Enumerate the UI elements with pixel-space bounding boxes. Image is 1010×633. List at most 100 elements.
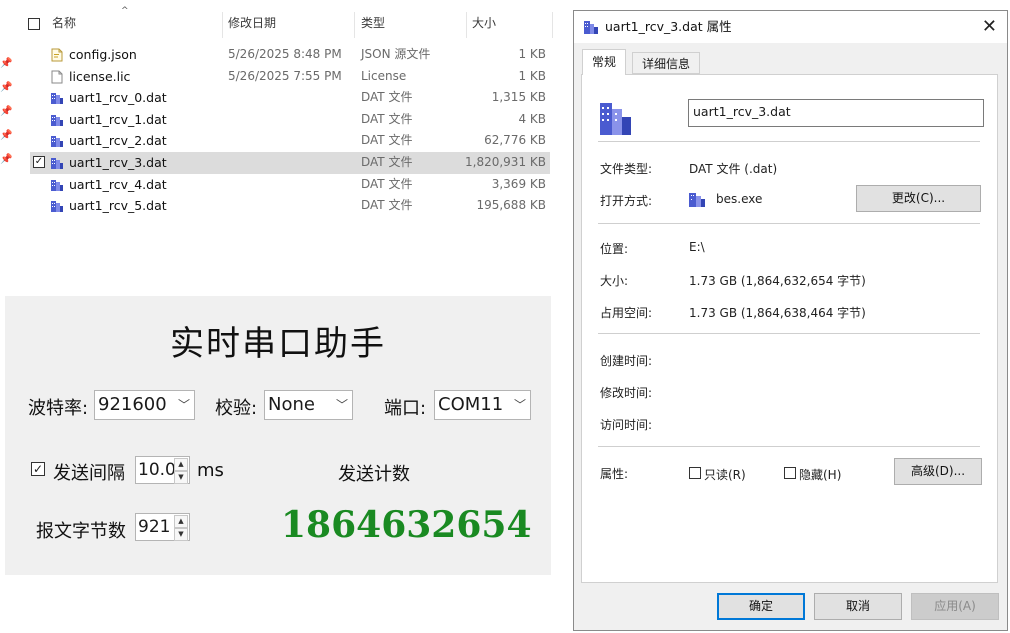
row-checkbox[interactable]: ✓ xyxy=(33,155,45,168)
advanced-button[interactable]: 高级(D)... xyxy=(894,458,982,485)
properties-dialog: uart1_rcv_3.dat 属性 ✕ 常规 详细信息 uart1_rcv_3… xyxy=(573,10,1008,631)
divider xyxy=(598,333,980,334)
column-divider[interactable] xyxy=(466,12,467,38)
column-header: 名称 ^ 修改日期 类型 大小 xyxy=(26,6,553,38)
file-type: DAT 文件 xyxy=(361,198,413,213)
pin-icon[interactable]: 📌 xyxy=(0,100,12,124)
quick-access-pins: 📌 📌 📌 📌 📌 xyxy=(0,52,12,172)
send-count-label: 发送计数 xyxy=(338,464,410,485)
size-value: 1.73 GB (1,864,632,654 字节) xyxy=(689,274,866,288)
send-interval-spinner[interactable]: 10.0 ▲ ▼ xyxy=(135,456,190,484)
hidden-checkbox[interactable] xyxy=(784,467,796,479)
file-name: uart1_rcv_4.dat xyxy=(69,176,167,192)
serial-assistant-window: 实时串口助手 波特率: 921600 ﹀ 校验: None ﹀ 端口: COM1… xyxy=(5,296,551,575)
file-row[interactable]: uart1_rcv_5.dat DAT 文件 195,688 KB xyxy=(30,195,550,217)
send-interval-checkbox[interactable]: ✓ xyxy=(31,462,45,476)
file-row[interactable]: uart1_rcv_2.dat DAT 文件 62,776 KB xyxy=(30,130,550,152)
column-header-name[interactable]: 名称 xyxy=(52,8,76,38)
file-modified: 5/26/2025 8:48 PM xyxy=(228,47,342,61)
file-type: License xyxy=(361,68,407,83)
disk-size-value: 1.73 GB (1,864,638,464 字节) xyxy=(689,306,866,320)
file-size: 1 KB xyxy=(518,68,546,83)
sort-ascending-icon: ^ xyxy=(121,6,129,16)
ok-button[interactable]: 确定 xyxy=(717,593,805,620)
spin-down-icon[interactable]: ▼ xyxy=(174,528,188,541)
column-divider[interactable] xyxy=(552,12,553,38)
file-name: config.json xyxy=(69,47,137,62)
file-name: uart1_rcv_5.dat xyxy=(69,198,167,214)
chevron-down-icon: ﹀ xyxy=(513,398,526,412)
parity-select[interactable]: None ﹀ xyxy=(264,390,353,420)
location-label: 位置: xyxy=(600,242,629,256)
readonly-checkbox[interactable] xyxy=(689,467,701,479)
accessed-label: 访问时间: xyxy=(600,418,653,432)
change-button[interactable]: 更改(C)... xyxy=(856,185,981,212)
created-label: 创建时间: xyxy=(600,354,653,368)
pin-icon[interactable]: 📌 xyxy=(0,124,12,148)
column-header-size[interactable]: 大小 xyxy=(472,8,496,38)
pin-icon[interactable]: 📌 xyxy=(0,52,12,76)
file-name: license.lic xyxy=(69,68,131,84)
json-file-icon xyxy=(51,48,63,62)
pin-icon[interactable]: 📌 xyxy=(0,76,12,100)
cancel-button[interactable]: 取消 xyxy=(814,593,902,620)
parity-value: None xyxy=(268,394,315,415)
disk-size-label: 占用空间: xyxy=(600,306,653,320)
attributes-label: 属性: xyxy=(600,467,629,481)
send-count-value: 1864632654 xyxy=(281,504,532,546)
file-name: uart1_rcv_0.dat xyxy=(69,90,167,106)
file-type: DAT 文件 xyxy=(361,111,413,126)
document-icon xyxy=(51,70,63,84)
baud-rate-value: 921600 xyxy=(98,394,167,415)
tab-general[interactable]: 常规 xyxy=(582,49,627,75)
send-interval-value: 10.0 xyxy=(138,460,176,480)
file-row[interactable]: config.json 5/26/2025 8:48 PM JSON 源文件 1… xyxy=(30,44,550,66)
file-type: DAT 文件 xyxy=(361,154,413,169)
file-row[interactable]: uart1_rcv_4.dat DAT 文件 3,369 KB xyxy=(30,174,550,196)
pin-icon[interactable]: 📌 xyxy=(0,148,12,172)
packet-bytes-spinner[interactable]: 921 ▲ ▼ xyxy=(135,513,190,541)
file-size: 1,315 KB xyxy=(491,90,546,105)
size-label: 大小: xyxy=(600,274,629,288)
file-row[interactable]: uart1_rcv_1.dat DAT 文件 4 KB xyxy=(30,109,550,131)
spin-up-icon[interactable]: ▲ xyxy=(174,458,188,471)
file-size: 4 KB xyxy=(518,111,546,126)
column-divider[interactable] xyxy=(354,12,355,38)
file-row[interactable]: license.lic 5/26/2025 7:55 PM License 1 … xyxy=(30,66,550,88)
column-header-type[interactable]: 类型 xyxy=(361,8,385,38)
dat-file-icon xyxy=(51,136,63,148)
dat-file-icon xyxy=(51,114,63,126)
send-interval-label: 发送间隔 xyxy=(53,463,125,484)
file-size: 195,688 KB xyxy=(476,198,546,213)
column-header-modified[interactable]: 修改日期 xyxy=(228,8,276,38)
file-row[interactable]: uart1_rcv_0.dat DAT 文件 1,315 KB xyxy=(30,87,550,109)
file-type: DAT 文件 xyxy=(361,133,413,148)
file-name: uart1_rcv_1.dat xyxy=(69,111,167,127)
file-size: 1,820,931 KB xyxy=(465,154,546,169)
baud-rate-select[interactable]: 921600 ﹀ xyxy=(94,390,195,420)
file-name: uart1_rcv_2.dat xyxy=(69,133,167,149)
close-icon[interactable]: ✕ xyxy=(982,15,997,39)
dialog-titlebar[interactable]: uart1_rcv_3.dat 属性 ✕ xyxy=(574,11,1007,43)
spin-up-icon[interactable]: ▲ xyxy=(174,515,188,528)
tab-details[interactable]: 详细信息 xyxy=(632,52,701,74)
chevron-down-icon: ﹀ xyxy=(177,398,190,412)
readonly-label: 只读(R) xyxy=(704,468,746,482)
file-type-label: 文件类型: xyxy=(600,162,653,176)
file-size: 1 KB xyxy=(518,47,546,61)
divider xyxy=(598,446,980,447)
hidden-label: 隐藏(H) xyxy=(799,468,842,482)
filename-input[interactable]: uart1_rcv_3.dat xyxy=(688,99,984,127)
apply-button[interactable]: 应用(A) xyxy=(911,593,999,620)
file-type: DAT 文件 xyxy=(361,176,413,191)
file-type: JSON 源文件 xyxy=(361,47,431,61)
dat-file-icon xyxy=(51,93,63,105)
dat-file-icon xyxy=(51,201,63,213)
select-all-checkbox[interactable] xyxy=(28,8,40,38)
open-with-label: 打开方式: xyxy=(600,194,653,208)
port-select[interactable]: COM11 ﹀ xyxy=(434,390,531,420)
file-row-selected[interactable]: ✓ uart1_rcv_3.dat DAT 文件 1,820,931 KB xyxy=(30,151,550,174)
column-divider[interactable] xyxy=(222,12,223,38)
spin-down-icon[interactable]: ▼ xyxy=(174,471,188,484)
modified-label: 修改时间: xyxy=(600,386,653,400)
